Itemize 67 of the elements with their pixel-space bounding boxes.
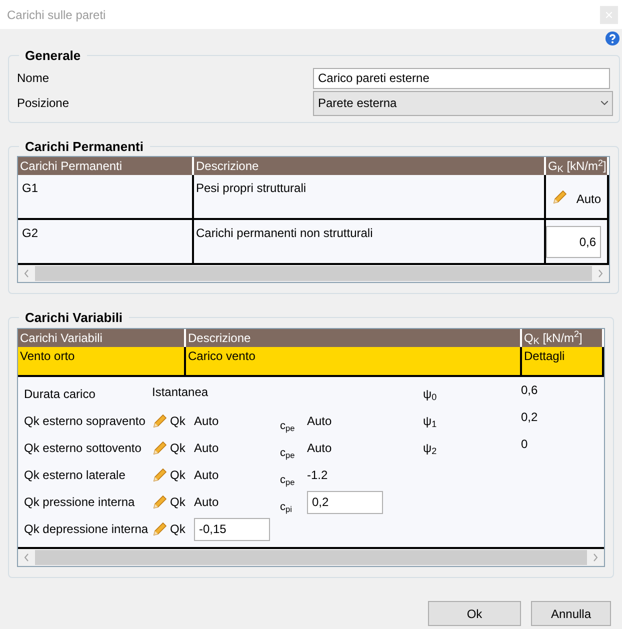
cancel-button[interactable]: Annulla <box>531 601 611 626</box>
qk-label: Qk <box>170 440 186 457</box>
detail-label: Qk esterno sottovento <box>24 440 142 457</box>
column-header: Descrizione <box>186 328 522 346</box>
column-header: Q$_{K}$ [kN/m$^{2}$] <box>522 328 604 346</box>
column-header: G$_{K}$ [kN/m$^{2}$] <box>546 157 609 175</box>
pencil-icon[interactable] <box>152 521 168 537</box>
detail-value: Istantanea <box>152 384 210 400</box>
coefficient-value: Auto <box>307 414 332 428</box>
detail-value: Auto <box>194 414 219 428</box>
table-cell: Carico vento <box>186 346 522 374</box>
psi-label: ψ$_{1}$ <box>423 412 438 430</box>
horizontal-scrollbar[interactable] <box>18 548 604 566</box>
coefficient-label: c$_{pe}$ <box>280 420 295 432</box>
pencil-icon[interactable] <box>552 188 568 204</box>
qk-label: Qk <box>170 494 186 511</box>
scrollbar-thumb[interactable] <box>35 266 592 281</box>
column-header: Carichi Permanenti <box>18 157 194 175</box>
coefficient-value: Auto <box>307 441 332 455</box>
psi-value: 0,6 <box>521 382 538 398</box>
detail-label: Qk pressione interna <box>24 494 136 511</box>
pencil-icon[interactable] <box>152 467 168 483</box>
table-cell: Pesi propri strutturali <box>194 175 546 218</box>
window-title: Carichi sulle pareti <box>7 6 106 24</box>
dropdown[interactable]: Parete esterna <box>313 90 613 116</box>
psi-label: ψ$_{0}$ <box>423 386 438 402</box>
table-cell: G1 <box>18 175 194 218</box>
coefficient-value: -1.2 <box>307 468 328 482</box>
coefficient-label: c$_{pe}$ <box>280 474 295 486</box>
psi-value: 0 <box>521 436 528 452</box>
detail-value: Auto <box>194 495 219 509</box>
psi-value: 0,2 <box>521 408 538 426</box>
qk-label: Qk <box>170 521 186 538</box>
group-title: Carichi Variabili <box>24 309 124 327</box>
detail-label: Qk depressione interna <box>24 521 150 538</box>
detail-label: Qk esterno laterale <box>24 467 126 484</box>
chevron-down-icon <box>601 101 608 105</box>
psi-label: ψ$_{2}$ <box>423 440 438 456</box>
field-label: Nome <box>16 70 50 87</box>
column-header: Descrizione <box>194 157 546 175</box>
table-cell: Vento orto <box>18 346 186 374</box>
value-field[interactable]: -0,15 <box>194 518 270 540</box>
scrollbar-thumb[interactable] <box>35 550 587 564</box>
detail-value: Auto <box>194 468 219 482</box>
qk-label: Qk <box>170 413 186 430</box>
detail-label: Qk esterno sopravento <box>24 413 146 430</box>
field-label: Posizione <box>16 95 70 112</box>
table-cell: Dettagli <box>522 346 604 374</box>
table-cell: G2 <box>18 220 194 263</box>
text-field[interactable]: Carico pareti esterne <box>313 68 610 88</box>
value-field[interactable]: 0,6 <box>546 226 601 258</box>
detail-label: Durata carico <box>24 386 96 403</box>
ok-button[interactable]: Ok <box>428 601 521 626</box>
group-title: Generale <box>24 47 82 65</box>
table-cell-text: Auto <box>576 190 601 208</box>
qk-label: Qk <box>170 467 186 484</box>
coefficient-label: c$_{pi}$ <box>280 500 292 513</box>
detail-value: Auto <box>194 441 219 455</box>
column-header: Carichi Variabili <box>18 328 186 346</box>
group-title: Carichi Permanenti <box>24 138 144 156</box>
table-row[interactable]: Vento orto Carico vento Dettagli <box>18 346 604 376</box>
help-icon[interactable] <box>605 31 620 46</box>
pencil-icon[interactable] <box>152 413 168 429</box>
value-field[interactable]: 0,2 <box>307 490 383 514</box>
pencil-icon[interactable] <box>152 494 168 510</box>
coefficient-label: c$_{pe}$ <box>280 446 295 459</box>
pencil-icon[interactable] <box>152 440 168 456</box>
